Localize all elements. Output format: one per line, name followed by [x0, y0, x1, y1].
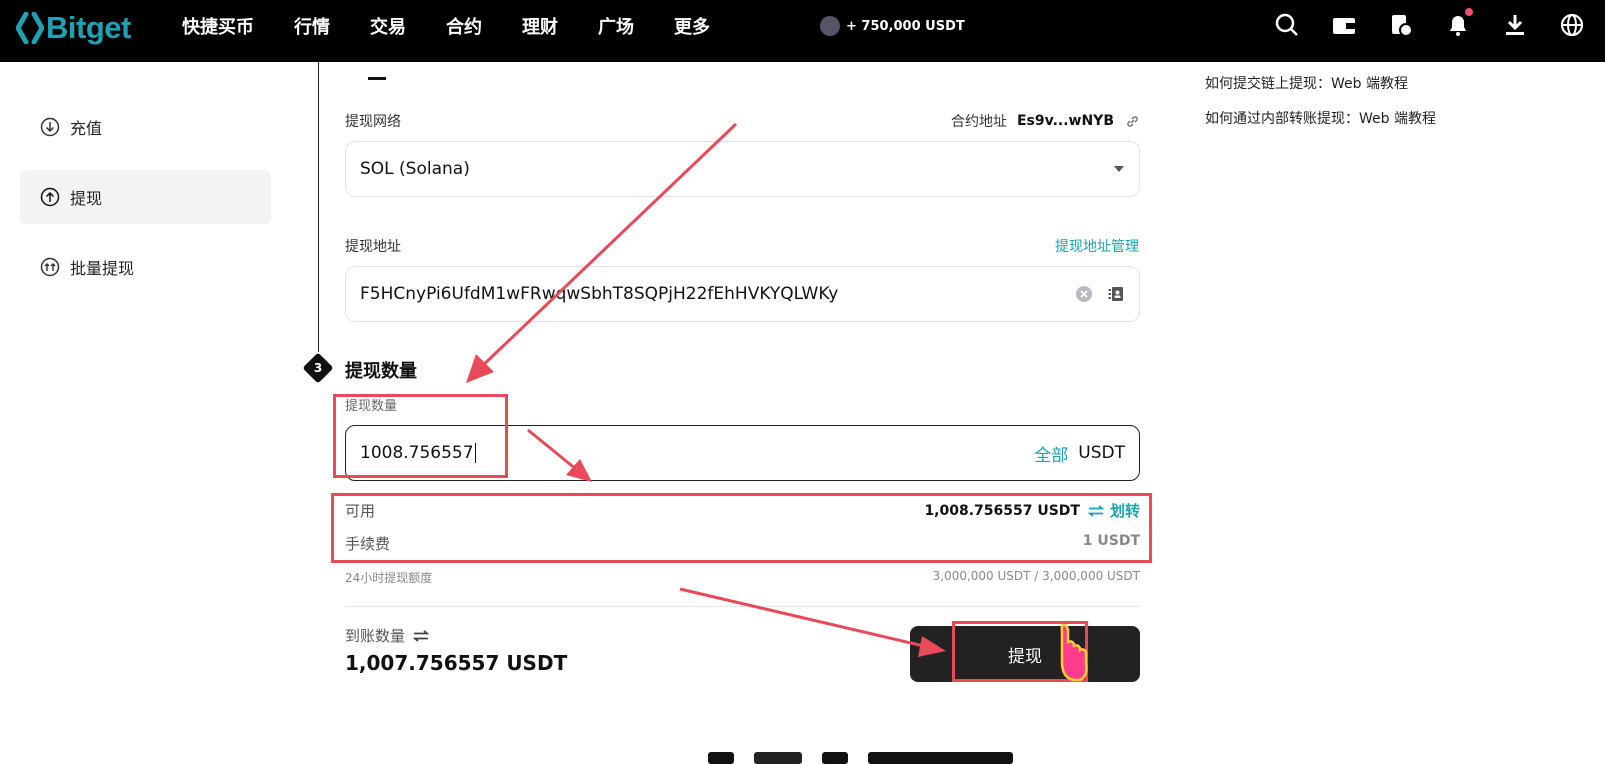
limit-label: 24小时提现额度: [345, 571, 433, 585]
help-link-onchain[interactable]: 如何提交链上提现：Web 端教程: [1205, 73, 1408, 93]
top-icons: [1243, 8, 1585, 38]
promo-text: + 750,000 USDT: [846, 18, 965, 34]
help-link-internal[interactable]: 如何通过内部转账提现：Web 端教程: [1205, 108, 1436, 128]
address-label: 提现地址: [345, 239, 401, 255]
step-rail: [318, 62, 319, 352]
network-label: 提现网络: [345, 114, 401, 130]
available-value: 1,008.756557 USDT: [924, 502, 1080, 519]
sidebar-item-withdraw[interactable]: 提现: [20, 170, 271, 224]
clear-icon[interactable]: [1075, 285, 1093, 303]
bottom-banner-art: [708, 752, 1033, 764]
wallet-icon[interactable]: [1331, 12, 1357, 38]
nav-quick-buy[interactable]: 快捷买币: [182, 13, 254, 39]
batch-withdraw-icon: [40, 257, 60, 277]
notification-dot: [1465, 8, 1473, 16]
caret-down-icon: [1114, 166, 1124, 172]
all-amount-link[interactable]: 全部: [1034, 441, 1068, 466]
withdraw-submit-button[interactable]: 提现: [910, 626, 1140, 682]
brand-name: Bitget: [46, 10, 131, 45]
network-select-value: SOL (Solana): [360, 159, 470, 179]
text-cursor: [474, 443, 476, 463]
available-label: 可用: [345, 502, 376, 520]
link-icon[interactable]: [1126, 115, 1139, 128]
fee-row: 手续费 1 USDT: [345, 533, 1140, 554]
orders-icon[interactable]: [1388, 12, 1414, 38]
available-row: 可用 1,008.756557 USDT 划转: [345, 500, 1140, 521]
transfer-link[interactable]: 划转: [1110, 500, 1140, 521]
nav-trade[interactable]: 交易: [370, 13, 406, 39]
address-input[interactable]: F5HCnyPi6UfdM1wFRwqwSbhT8SQPjH22fEhHVKYQ…: [345, 266, 1140, 322]
bell-icon[interactable]: [1445, 8, 1473, 38]
sidebar-item-label: 充值: [70, 119, 103, 138]
amount-input[interactable]: 1008.756557 全部 USDT: [345, 425, 1140, 481]
network-select[interactable]: SOL (Solana): [345, 141, 1140, 197]
nav-futures[interactable]: 合约: [446, 13, 482, 39]
sidebar-item-label: 提现: [70, 189, 103, 208]
top-navigation-bar: Bitget 快捷买币 行情 交易 合约 理财 广场 更多 + 750,000 …: [0, 0, 1605, 62]
amount-input-value: 1008.756557: [360, 443, 474, 463]
nav-square[interactable]: 广场: [598, 13, 634, 39]
address-book-icon[interactable]: [1107, 285, 1125, 303]
globe-icon[interactable]: [1559, 12, 1585, 38]
bitget-logo-icon: [16, 12, 44, 44]
contract-address-value: Es9v...wNYB: [1016, 113, 1114, 129]
sidebar-item-batch-withdraw[interactable]: 批量提现: [20, 240, 271, 294]
amount-unit: USDT: [1078, 443, 1125, 463]
sidebar-item-label: 批量提现: [70, 259, 135, 278]
sidebar: 充值 提现 批量提现: [20, 100, 271, 310]
nav-more[interactable]: 更多: [674, 13, 710, 39]
search-icon[interactable]: [1274, 12, 1300, 38]
receive-label: 到账数量: [345, 627, 406, 645]
divider: [345, 606, 1140, 607]
nav-markets[interactable]: 行情: [294, 13, 330, 39]
promo-banner[interactable]: + 750,000 USDT: [820, 16, 965, 36]
nav-earn[interactable]: 理财: [522, 13, 558, 39]
sidebar-item-deposit[interactable]: 充值: [20, 100, 271, 154]
step3-title: 提现数量: [345, 361, 417, 382]
transfer-icon: [1087, 504, 1104, 517]
limit-row: 24小时提现额度 3,000,000 USDT / 3,000,000 USDT: [345, 569, 1140, 586]
address-manage-link[interactable]: 提现地址管理: [1055, 236, 1139, 256]
fee-value: 1 USDT: [1082, 533, 1140, 549]
amount-label: 提现数量: [345, 399, 398, 414]
tab-underline: [368, 77, 386, 80]
limit-value: 3,000,000 USDT / 3,000,000 USDT: [932, 569, 1140, 583]
deposit-icon: [40, 117, 60, 137]
receive-value: 1,007.756557 USDT: [345, 651, 568, 675]
promo-icon: [820, 16, 840, 36]
submit-label: 提现: [1008, 646, 1042, 667]
contract-address-label: 合约地址: [950, 114, 1007, 130]
download-icon[interactable]: [1502, 12, 1528, 38]
withdraw-icon: [40, 187, 60, 207]
step-number: 3: [313, 361, 323, 375]
bitget-logo[interactable]: Bitget: [16, 8, 131, 48]
contract-address: 合约地址 Es9v...wNYB: [951, 111, 1139, 131]
swap-icon[interactable]: [413, 629, 430, 642]
main-nav: 快捷买币 行情 交易 合约 理财 广场 更多: [182, 0, 750, 52]
receive-label-row: 到账数量: [345, 625, 430, 646]
fee-label: 手续费: [345, 535, 391, 553]
address-input-value: F5HCnyPi6UfdM1wFRwqwSbhT8SQPjH22fEhHVKYQ…: [360, 284, 839, 304]
